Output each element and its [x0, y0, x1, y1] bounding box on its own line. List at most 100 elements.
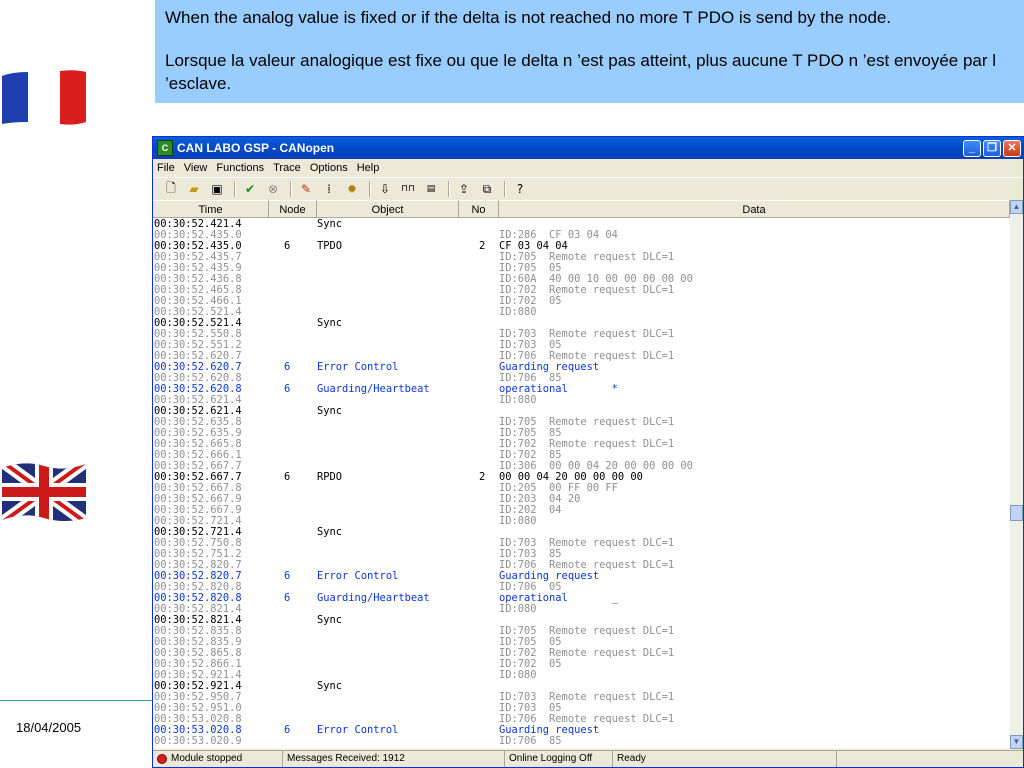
- export-icon[interactable]: ⇪: [454, 180, 474, 198]
- restore-button[interactable]: ❐: [983, 139, 1001, 157]
- slide-caption: When the analog value is fixed or if the…: [155, 0, 1024, 103]
- log-row[interactable]: 00:30:52.620.8 6 Guarding/Heartbeat operati…: [153, 384, 1010, 395]
- log-row[interactable]: 00:30:52.621.4 ID:080: [153, 395, 1010, 406]
- scroll-up-icon[interactable]: ▲: [1010, 200, 1023, 214]
- log-cell-object: Sync: [317, 526, 343, 538]
- app-icon: C: [157, 140, 173, 156]
- column-object[interactable]: Object: [317, 200, 459, 218]
- log-row[interactable]: 00:30:52.466.1 ID:702 05: [153, 296, 1010, 307]
- toolbar-separator: [369, 181, 371, 197]
- new-file-icon[interactable]: 🗋: [161, 180, 181, 198]
- menu-functions[interactable]: Functions: [216, 162, 264, 174]
- log-cell-object: Sync: [317, 680, 343, 692]
- window-icon[interactable]: ⧉: [477, 180, 497, 198]
- log-cell-object: Error Control: [317, 570, 399, 582]
- log-row[interactable]: 00:30:53.020.9 ID:706 85: [153, 736, 1010, 747]
- close-button[interactable]: ✕: [1003, 139, 1021, 157]
- caption-english: When the analog value is fixed or if the…: [165, 8, 892, 27]
- column-data[interactable]: Data: [499, 200, 1010, 218]
- help-icon[interactable]: ?: [510, 180, 530, 198]
- log-cell-node: 6: [284, 240, 291, 252]
- menu-file[interactable]: File: [157, 162, 175, 174]
- log-row[interactable]: 00:30:53.020.8 6 Error Control Guarding req…: [153, 725, 1010, 736]
- signal-icon[interactable]: ⊓⊓: [398, 180, 418, 198]
- scroll-down-icon[interactable]: ▼: [1010, 735, 1023, 749]
- toolbar-separator: [448, 181, 450, 197]
- log-row[interactable]: 00:30:52.820.7 6 Error Control Guarding req…: [153, 571, 1010, 582]
- column-node[interactable]: Node: [269, 200, 317, 218]
- log-cell-object: Sync: [317, 614, 343, 626]
- log-cell-object: Sync: [317, 317, 343, 329]
- log-row[interactable]: 00:30:52.721.4 ID:080: [153, 516, 1010, 527]
- log-row[interactable]: 00:30:52.835.8 ID:705 Remote request DLC=…: [153, 626, 1010, 637]
- menu-view[interactable]: View: [184, 162, 208, 174]
- log-row[interactable]: 00:30:52.750.8 ID:703 Remote request DLC=…: [153, 538, 1010, 549]
- minimize-button[interactable]: _: [963, 139, 981, 157]
- filter-icon[interactable]: ⁞: [319, 180, 339, 198]
- toolbar-separator: [234, 181, 236, 197]
- log-row[interactable]: 00:30:52.821.4 ID:080: [153, 604, 1010, 615]
- log-row[interactable]: 00:30:52.921.4 ID:080: [153, 670, 1010, 681]
- log-row[interactable]: 00:30:52.635.8 ID:705 Remote request DLC=…: [153, 417, 1010, 428]
- log-cell-node: 6: [284, 361, 291, 373]
- settings-icon[interactable]: ✹: [342, 180, 362, 198]
- log-row[interactable]: 00:30:52.667.9 ID:202 04: [153, 505, 1010, 516]
- menu-options[interactable]: Options: [310, 162, 348, 174]
- log-row[interactable]: 00:30:52.950.7 ID:703 Remote request DLC=…: [153, 692, 1010, 703]
- status-bar: Module stopped Messages Received: 1912 O…: [153, 750, 1023, 767]
- log-row[interactable]: 00:30:52.620.7 6 Error Control Guarding req…: [153, 362, 1010, 373]
- log-row[interactable]: 00:30:52.667.8 ID:205 00 FF 00 FF: [153, 483, 1010, 494]
- save-icon[interactable]: ▣: [207, 180, 227, 198]
- log-cell-data: ID:080: [499, 669, 537, 681]
- open-folder-icon[interactable]: ▰: [184, 180, 204, 198]
- log-cell-data: ID:080: [499, 306, 537, 318]
- start-icon[interactable]: ✔: [240, 180, 260, 198]
- log-cell-data: ID:080: [499, 394, 537, 406]
- menu-trace[interactable]: Trace: [273, 162, 301, 174]
- log-cell-node: 6: [284, 471, 291, 483]
- log-row[interactable]: 00:30:52.435.7 ID:705 Remote request DLC=…: [153, 252, 1010, 263]
- log-row[interactable]: 00:30:52.667.9 ID:203 04 20: [153, 494, 1010, 505]
- log-cell-object: Error Control: [317, 724, 399, 736]
- title-bar[interactable]: C CAN LABO GSP - CANopen _ ❐ ✕: [153, 137, 1023, 159]
- log-row[interactable]: 00:30:52.435.0 ID:286 CF 03 04 04: [153, 230, 1010, 241]
- uk-flag-icon: [2, 463, 86, 522]
- log-row[interactable]: 00:30:52.550.8 ID:703 Remote request DLC=…: [153, 329, 1010, 340]
- log-cell-node: 6: [284, 570, 291, 582]
- vertical-scrollbar[interactable]: ▲ ▼: [1010, 200, 1023, 749]
- slide-date: 18/04/2005: [16, 720, 82, 735]
- log-cell-node: 6: [284, 592, 291, 604]
- log-cell-node: 6: [284, 724, 291, 736]
- status-messages: Messages Received: 1912: [283, 751, 505, 767]
- log-row[interactable]: 00:30:52.521.4 ID:080: [153, 307, 1010, 318]
- column-time[interactable]: Time: [153, 200, 269, 218]
- scroll-thumb[interactable]: [1010, 505, 1023, 521]
- status-module: Module stopped: [153, 751, 283, 767]
- log-row[interactable]: 00:30:52.465.8 ID:702 Remote request DLC=…: [153, 285, 1010, 296]
- toolbar-separator: [504, 181, 506, 197]
- log-cell-object: Error Control: [317, 361, 399, 373]
- slide-divider: [0, 700, 153, 701]
- log-body[interactable]: 00:30:52.421.4 Sync 00:30:52.435.0 ID:286 C…: [153, 219, 1010, 749]
- stopped-indicator-icon: [157, 754, 167, 764]
- log-row[interactable]: 00:30:52.820.8 6 Guarding/Heartbeat operati…: [153, 593, 1010, 604]
- log-row[interactable]: 00:30:52.866.1 ID:702 05: [153, 659, 1010, 670]
- log-cell-no: 2: [479, 471, 486, 483]
- log-cell-data: ID:080: [499, 603, 537, 615]
- log-cell-time: 00:30:53.020.9: [154, 735, 242, 747]
- log-row[interactable]: 00:30:52.665.8 ID:702 Remote request DLC=…: [153, 439, 1010, 450]
- status-module-text: Module stopped: [171, 753, 243, 764]
- stop-icon[interactable]: ⊗: [263, 180, 283, 198]
- grid-header: Time Node Object No Data: [153, 200, 1010, 218]
- display-icon[interactable]: ▤: [421, 180, 441, 198]
- download-icon[interactable]: ⇩: [375, 180, 395, 198]
- log-row[interactable]: 00:30:52.865.8 ID:702 Remote request DLC=…: [153, 648, 1010, 659]
- menu-help[interactable]: Help: [357, 162, 380, 174]
- eraser-icon[interactable]: ✎: [296, 180, 316, 198]
- log-cell-object: TPDO: [317, 240, 343, 252]
- column-no[interactable]: No: [459, 200, 499, 218]
- menu-bar: File View Functions Trace Options Help: [153, 159, 1023, 177]
- log-cell-object: Sync: [317, 405, 343, 417]
- window-title: CAN LABO GSP - CANopen: [177, 141, 335, 155]
- caption-french: Lorsque la valeur analogique est fixe ou…: [165, 51, 997, 93]
